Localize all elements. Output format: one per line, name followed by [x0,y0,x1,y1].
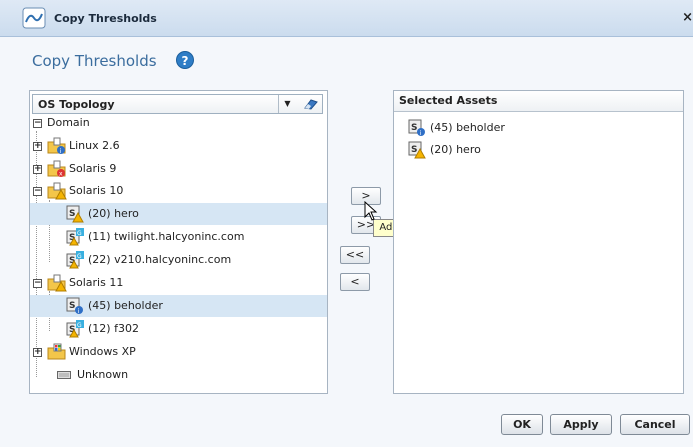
folder-info-icon: i [47,137,66,155]
collapse-toggle[interactable]: − [33,119,42,128]
server-ok-warning-icon: S G [66,320,84,338]
tree-item-beholder[interactable]: S i (45) beholder [30,295,327,317]
svg-text:S: S [69,301,75,311]
svg-text:G: G [77,253,82,260]
tree-item-domain[interactable]: − Domain [31,112,327,134]
tree-item-label: Solaris 11 [69,276,124,289]
tree-item-unknown[interactable]: Unknown [31,364,327,386]
tree-item-solaris-9[interactable]: + x Solaris 9 [31,158,327,180]
os-topology-title: OS Topology [38,98,115,111]
tree-item-label: Solaris 10 [69,184,124,197]
server-info-icon: S i [408,119,425,137]
cancel-button[interactable]: Cancel [620,414,690,435]
tree-item-label: (12) f302 [88,322,139,335]
selected-item-label: (20) hero [430,143,481,156]
selected-item-hero[interactable]: S (20) hero [408,139,678,161]
help-icon[interactable]: ? [176,51,194,69]
tree-item-label: (20) hero [88,207,139,220]
folder-warning-icon [47,182,67,200]
server-ok-warning-icon: S G [66,228,84,246]
tree-item-f302[interactable]: S G (12) f302 [30,318,327,340]
svg-text:S: S [69,209,75,219]
app-logo-icon [22,7,46,29]
server-info-icon: S i [66,297,83,315]
tree-item-label: (45) beholder [88,299,163,312]
remove-all-button[interactable]: << [340,246,370,264]
server-warning-icon: S [66,205,84,223]
eraser-icon[interactable] [303,98,319,110]
tree-item-solaris-11[interactable]: − Solaris 11 [31,272,327,294]
tree-item-hero[interactable]: S (20) hero [30,203,327,225]
folder-icon [47,343,66,360]
selected-assets-header: Selected Assets [394,91,683,112]
server-ok-warning-icon: S G [66,251,84,269]
server-warning-icon: S [408,141,426,159]
svg-text:S: S [411,123,417,133]
selected-assets-title: Selected Assets [399,94,498,107]
remove-button[interactable]: < [340,273,370,291]
keyboard-icon [57,371,71,379]
tree-item-twilight[interactable]: S G (11) twilight.halcyoninc.com [30,226,327,248]
folder-warning-icon [47,274,67,292]
chevron-down-icon[interactable]: ▼ [278,95,296,113]
expand-toggle[interactable]: + [33,348,42,357]
tree-item-solaris-10[interactable]: − Solaris 10 [31,180,327,202]
close-button[interactable]: × [682,10,693,25]
title-bar: Copy Thresholds × [0,0,693,37]
tree-item-label: Unknown [77,368,129,381]
selected-item-beholder[interactable]: S i (45) beholder [408,117,678,139]
svg-text:S: S [411,145,417,155]
tree-item-label: Domain [47,116,90,129]
tree-item-label: (11) twilight.halcyoninc.com [88,230,245,243]
ok-button[interactable]: OK [501,414,543,435]
window-title: Copy Thresholds [54,12,157,25]
page-title: Copy Thresholds [32,52,157,70]
tree-item-label: Linux 2.6 [69,139,120,152]
svg-text:x: x [59,171,63,178]
tree-item-label: Solaris 9 [69,162,117,175]
collapse-toggle[interactable]: − [33,279,42,288]
selected-item-label: (45) beholder [430,121,505,134]
tree-item-label: (22) v210.halcyoninc.com [88,253,232,266]
svg-text:G: G [77,230,82,237]
folder-error-icon: x [47,160,66,178]
tree-item-v210[interactable]: S G (22) v210.halcyoninc.com [30,249,327,271]
tree-item-label: Windows XP [69,345,136,358]
tree-item-linux[interactable]: + i Linux 2.6 [31,135,327,157]
mouse-cursor-icon [364,201,378,221]
collapse-toggle[interactable]: − [33,187,42,196]
apply-button[interactable]: Apply [550,414,612,435]
svg-text:G: G [77,322,82,329]
expand-toggle[interactable]: + [33,142,42,151]
expand-toggle[interactable]: + [33,165,42,174]
tree-item-windows-xp[interactable]: + Windows XP [31,341,327,363]
os-topology-header: OS Topology ▼ [32,94,323,114]
